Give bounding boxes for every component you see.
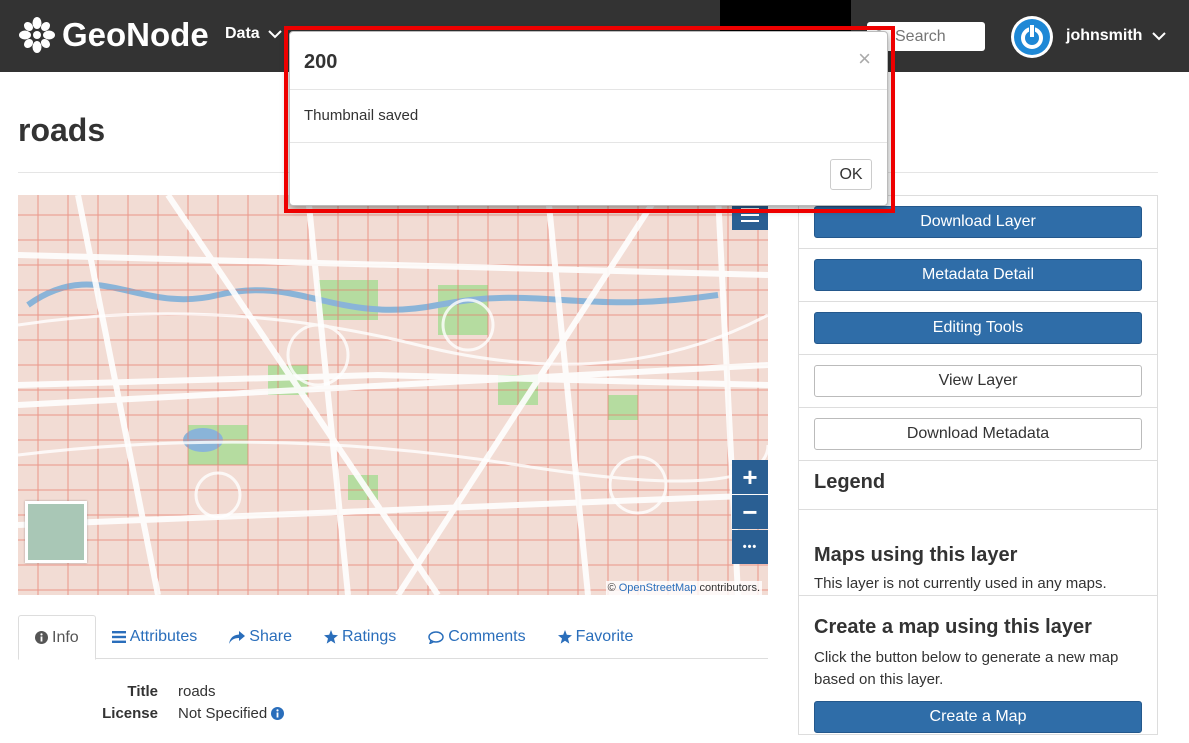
layer-tabs: Info Attributes Share Ratings Comments F…: [18, 615, 768, 660]
geonode-flower-icon: [19, 17, 55, 53]
map-tiles[interactable]: [18, 195, 768, 595]
tab-ratings[interactable]: Ratings: [308, 615, 412, 659]
username: johnsmith: [1066, 27, 1143, 44]
sidebar-row: Editing Tools: [799, 302, 1157, 355]
download-metadata-button[interactable]: Download Metadata: [814, 418, 1142, 450]
tab-label: Ratings: [341, 628, 397, 645]
nav-data-menu[interactable]: Data: [225, 25, 282, 43]
avatar[interactable]: [1011, 16, 1053, 58]
zoom-out-button[interactable]: −: [732, 495, 768, 529]
info-value: Not Specified: [178, 704, 268, 722]
create-map-text: Click the button below to generate a new…: [814, 649, 1119, 688]
star-icon: [323, 630, 338, 644]
geonode-logo[interactable]: GeoNode: [18, 12, 209, 58]
ok-button[interactable]: OK: [830, 159, 872, 190]
search-input[interactable]: [893, 26, 977, 47]
tab-label: Info: [52, 628, 79, 646]
chevron-down-icon: [1152, 31, 1167, 40]
info-value: roads: [178, 682, 216, 700]
modal-title: 200: [304, 51, 338, 73]
nav-data-label: Data: [225, 25, 260, 42]
brand-name: GeoNode: [62, 16, 209, 53]
zoom-in-button[interactable]: +: [732, 460, 768, 494]
comment-icon: [428, 630, 444, 644]
info-table: Title roads License Not Specified: [18, 680, 768, 724]
info-circle-icon: [35, 631, 48, 644]
modal-body: Thumbnail saved: [290, 90, 887, 143]
maps-using-layer-section: Maps using this layer This layer is not …: [799, 510, 1157, 596]
tab-comments[interactable]: Comments: [412, 615, 541, 659]
list-icon: [111, 631, 126, 643]
status-modal: 200 × Thumbnail saved OK: [289, 31, 888, 206]
map-viewer[interactable]: + − ••• © OpenStreetMap contributors.: [18, 195, 768, 595]
info-key: Title: [127, 682, 158, 700]
legend-heading: Legend: [814, 471, 886, 493]
info-value-wrap: Not Specified: [178, 704, 285, 722]
info-row-license: License Not Specified: [18, 702, 768, 724]
map-attribution: © OpenStreetMap contributors.: [605, 581, 762, 595]
modal-footer: OK: [290, 143, 887, 205]
info-key: License: [102, 704, 158, 722]
create-map-section: Create a map using this layer Click the …: [799, 596, 1157, 743]
chevron-down-icon: [267, 29, 282, 38]
sidebar-row: View Layer: [799, 355, 1157, 408]
tab-label: Favorite: [575, 628, 634, 645]
user-menu[interactable]: johnsmith: [1066, 27, 1167, 45]
attribution-prefix: ©: [607, 582, 616, 594]
more-tools-button[interactable]: •••: [732, 530, 768, 564]
create-map-button[interactable]: Create a Map: [814, 701, 1142, 733]
sidebar-row: Metadata Detail: [799, 249, 1157, 302]
tab-share[interactable]: Share: [213, 615, 308, 659]
overview-map-thumbnail[interactable]: [25, 501, 87, 563]
tab-info[interactable]: Info: [18, 615, 96, 660]
attribution-suffix: contributors.: [699, 582, 760, 594]
info-row-title: Title roads: [18, 680, 768, 702]
close-icon[interactable]: ×: [858, 46, 871, 72]
tab-label: Share: [249, 628, 292, 645]
star-icon: [557, 630, 572, 644]
tab-favorite[interactable]: Favorite: [542, 615, 650, 659]
legend-section: Legend: [799, 461, 1157, 510]
view-layer-button[interactable]: View Layer: [814, 365, 1142, 397]
page-title: roads: [18, 112, 106, 148]
layer-sidebar: Download Layer Metadata Detail Editing T…: [798, 195, 1158, 735]
tab-label: Comments: [448, 628, 526, 645]
editing-tools-button[interactable]: Editing Tools: [814, 312, 1142, 344]
osm-link[interactable]: OpenStreetMap: [619, 582, 697, 594]
power-avatar-icon: [1014, 19, 1050, 55]
menu-icon: [741, 208, 759, 222]
share-icon: [229, 630, 246, 644]
create-map-heading: Create a map using this layer: [814, 616, 1092, 638]
modal-header: 200 ×: [290, 32, 887, 90]
sidebar-row: Download Metadata: [799, 408, 1157, 461]
metadata-detail-button[interactable]: Metadata Detail: [814, 259, 1142, 291]
download-layer-button[interactable]: Download Layer: [814, 206, 1142, 238]
maps-text: This layer is not currently used in any …: [814, 575, 1107, 592]
info-circle-icon[interactable]: [271, 706, 285, 720]
tab-attributes[interactable]: Attributes: [96, 615, 214, 659]
maps-heading: Maps using this layer: [814, 544, 1018, 566]
tab-label: Attributes: [129, 628, 198, 645]
